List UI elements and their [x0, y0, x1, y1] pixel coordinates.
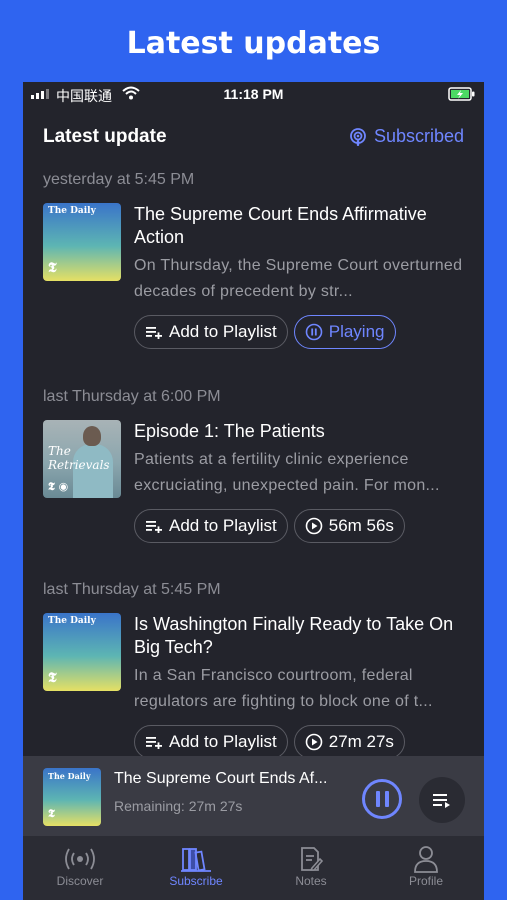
play-duration-button[interactable]: 27m 27s: [293, 725, 405, 759]
episode-description: In a San Francisco courtroom, federal re…: [134, 667, 433, 710]
duration-label: 27m 27s: [328, 732, 394, 751]
tab-profile[interactable]: Profile: [376, 844, 476, 888]
episode-date: yesterday at 5:45 PM: [43, 171, 195, 188]
tab-label: Discover: [56, 874, 104, 888]
episode-cover: The Retrievals 𝕿 ◉: [43, 420, 121, 498]
play-duration-button[interactable]: 56m 56s: [293, 509, 405, 543]
tab-label: Notes: [295, 874, 327, 888]
status-bar: 中国联通 11:18 PM: [23, 82, 484, 108]
queue-icon: [433, 794, 450, 808]
playlist-add-icon: [146, 327, 162, 339]
episode-cover: The Daily 𝕿: [43, 203, 121, 281]
cover-title: The Daily: [48, 771, 91, 781]
subscribed-button[interactable]: Subscribed: [348, 126, 464, 147]
add-to-playlist-button[interactable]: Add to Playlist: [134, 315, 288, 349]
nyt-logo-icon: 𝕿: [48, 807, 55, 820]
cover-title: The Daily: [48, 206, 96, 216]
episode-item[interactable]: yesterday at 5:45 PM The Daily 𝕿 The Sup…: [43, 171, 464, 349]
cover-title: The Retrievals: [48, 444, 110, 472]
episode-date: last Thursday at 5:45 PM: [43, 581, 221, 598]
playlist-add-icon: [146, 737, 162, 749]
tab-label: Profile: [408, 874, 443, 888]
duration-label: 56m 56s: [328, 516, 394, 535]
person-icon: [376, 844, 476, 874]
playing-button[interactable]: Playing: [293, 315, 396, 349]
notes-icon: [261, 844, 361, 874]
episode-item[interactable]: last Thursday at 5:45 PM The Daily 𝕿 Is …: [43, 581, 464, 759]
broadcast-icon: [30, 844, 130, 874]
phone-screen: 中国联通 11:18 PM Latest update Subscribed y…: [23, 82, 484, 900]
episode-description: Patients at a fertility clinic experienc…: [134, 451, 440, 494]
episode-date: last Thursday at 6:00 PM: [43, 388, 221, 405]
add-to-playlist-label: Add to Playlist: [169, 322, 277, 341]
add-to-playlist-button[interactable]: Add to Playlist: [134, 509, 288, 543]
add-to-playlist-label: Add to Playlist: [169, 732, 277, 751]
episode-cover: The Daily 𝕿: [43, 613, 121, 691]
nyt-logo-icon: 𝕿: [48, 260, 57, 276]
play-circle-icon: [305, 517, 323, 535]
mini-player-remaining: Remaining: 27m 27s: [114, 798, 243, 814]
playing-label: Playing: [328, 322, 385, 341]
add-to-playlist-label: Add to Playlist: [169, 516, 277, 535]
section-title: Latest update: [43, 126, 167, 147]
tab-label: Subscribe: [169, 874, 223, 888]
cover-title: The Daily: [48, 616, 96, 626]
status-time: 11:18 PM: [223, 86, 284, 102]
playlist-add-icon: [146, 521, 162, 533]
nyt-logo-icon: 𝕿: [48, 670, 57, 686]
battery-icon: [448, 87, 476, 104]
tab-bar: Discover Subscribe Notes Profile: [23, 836, 484, 900]
episode-item[interactable]: last Thursday at 6:00 PM The Retrievals …: [43, 388, 464, 543]
play-circle-icon: [305, 733, 323, 751]
mini-player[interactable]: The Daily 𝕿 The Supreme Court Ends Af...…: [23, 756, 484, 836]
section-header: Latest update Subscribed: [43, 126, 464, 152]
banner-title: Latest updates: [126, 26, 381, 61]
podcast-icon: [350, 127, 366, 146]
episode-description: On Thursday, the Supreme Court overturne…: [134, 257, 463, 300]
library-icon: [146, 844, 246, 874]
nyt-logo-icon: 𝕿 ◉: [48, 480, 69, 493]
mini-player-title: The Supreme Court Ends Af...: [114, 770, 328, 787]
tab-subscribe[interactable]: Subscribe: [146, 844, 246, 888]
mini-player-cover: The Daily 𝕿: [43, 768, 101, 826]
subscribed-label: Subscribed: [373, 126, 464, 146]
tab-discover[interactable]: Discover: [30, 844, 130, 888]
add-to-playlist-button[interactable]: Add to Playlist: [134, 725, 288, 759]
episode-title[interactable]: Episode 1: The Patients: [134, 420, 464, 443]
queue-button[interactable]: [419, 777, 465, 823]
episode-title[interactable]: The Supreme Court Ends Affirmative Actio…: [134, 203, 464, 249]
tab-notes[interactable]: Notes: [261, 844, 361, 888]
pause-circle-icon: [305, 323, 323, 341]
pause-button[interactable]: [362, 779, 402, 819]
episode-title[interactable]: Is Washington Finally Ready to Take On B…: [134, 613, 464, 659]
